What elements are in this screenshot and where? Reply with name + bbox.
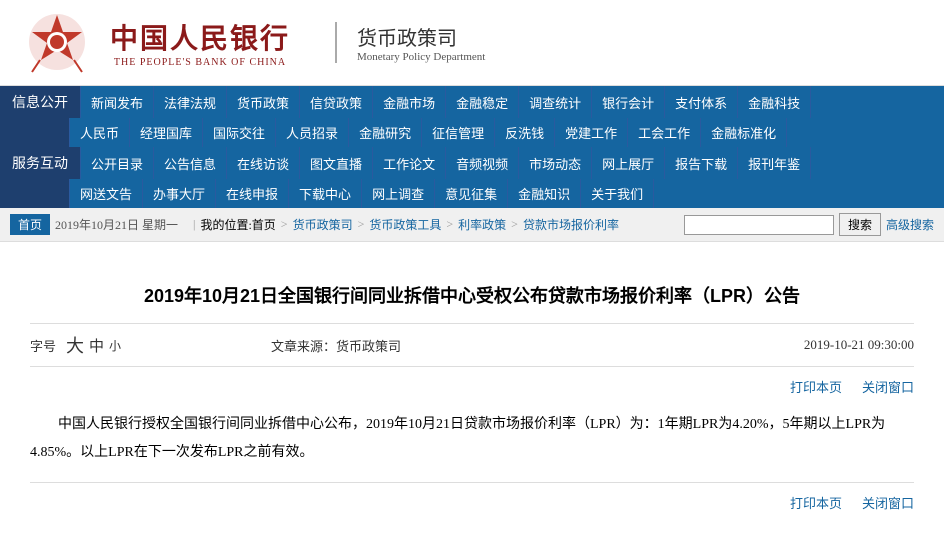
action-links-top: 打印本页 关闭窗口	[30, 377, 914, 396]
nav-office[interactable]: 办事大厅	[143, 179, 216, 208]
nav-live[interactable]: 图文直播	[300, 147, 373, 179]
article-body: 中国人民银行授权全国银行间同业拆借中心公布，2019年10月21日贷款市场报价利…	[30, 411, 914, 467]
nav-items-row2: 人民币 经理国库 国际交往 人员招录 金融研究 征信管理 反洗钱 党建工作 工会…	[70, 118, 944, 147]
nav-interview[interactable]: 在线访谈	[227, 147, 300, 179]
nav-rmb[interactable]: 人民币	[70, 118, 130, 147]
bank-name-english: THE PEOPLE'S BANK OF CHINA	[114, 57, 286, 68]
nav-reports[interactable]: 报告下载	[665, 147, 738, 179]
arrow-4: >	[511, 217, 518, 232]
nav-row-3: 服务互动 公开目录 公告信息 在线访谈 图文直播 工作论文 音频视频 市场动态 …	[0, 147, 944, 179]
bank-name-chinese: 中国人民银行	[110, 17, 290, 57]
nav-market[interactable]: 市场动态	[519, 147, 592, 179]
article-date: 2019-10-21 09:30:00	[804, 337, 914, 353]
nav-items-row4: 网送文告 办事大厅 在线申报 下载中心 网上调查 意见征集 金融知识 关于我们	[70, 179, 944, 208]
nav-category-empty1	[0, 118, 70, 147]
arrow-2: >	[358, 217, 365, 232]
navigation: 信息公开 新闻发布 法律法规 货币政策 信贷政策 金融市场 金融稳定 调查统计 …	[0, 86, 944, 208]
nav-category-info: 信息公开	[0, 86, 81, 118]
font-large-button[interactable]: 大	[66, 332, 84, 358]
nav-row-4: 网送文告 办事大厅 在线申报 下载中心 网上调查 意见征集 金融知识 关于我们	[0, 179, 944, 208]
nav-research[interactable]: 金融研究	[349, 118, 422, 147]
nav-treasury[interactable]: 经理国库	[130, 118, 203, 147]
department-info: 货币政策司 Monetary Policy Department	[335, 22, 485, 63]
nav-notice[interactable]: 公告信息	[154, 147, 227, 179]
nav-row-1: 信息公开 新闻发布 法律法规 货币政策 信贷政策 金融市场 金融稳定 调查统计 …	[0, 86, 944, 118]
nav-banking[interactable]: 银行会计	[592, 86, 665, 118]
nav-party[interactable]: 党建工作	[555, 118, 628, 147]
nav-items-row1: 新闻发布 法律法规 货币政策 信贷政策 金融市场 金融稳定 调查统计 银行会计 …	[81, 86, 944, 118]
current-date: 2019年10月21日 星期一	[55, 216, 178, 233]
nav-news[interactable]: 新闻发布	[81, 86, 154, 118]
separator-1: |	[193, 217, 195, 232]
breadcrumb-lpr[interactable]: 贷款市场报价利率	[523, 216, 619, 233]
nav-fintech[interactable]: 金融科技	[738, 86, 811, 118]
nav-online-hall[interactable]: 网上展厅	[592, 147, 665, 179]
nav-category-empty2	[0, 179, 70, 208]
breadcrumb-monetary-dept[interactable]: 货币政策司	[293, 216, 353, 233]
font-size-control: 字号 大 中 小	[30, 332, 121, 358]
logo-area: 中国人民银行 THE PEOPLE'S BANK OF CHINA 货币政策司 …	[20, 10, 485, 75]
advanced-search-link[interactable]: 高级搜索	[886, 216, 934, 233]
nav-row-2: 人民币 经理国库 国际交往 人员招录 金融研究 征信管理 反洗钱 党建工作 工会…	[0, 118, 944, 147]
page-header: 中国人民银行 THE PEOPLE'S BANK OF CHINA 货币政策司 …	[0, 0, 944, 86]
breadcrumb-bar: 首页 2019年10月21日 星期一 | 我的位置:首页 > 货币政策司 > 货…	[0, 208, 944, 242]
article-meta: 字号 大 中 小 文章来源：货币政策司 2019-10-21 09:30:00	[30, 323, 914, 367]
nav-category-service: 服务互动	[0, 147, 81, 179]
print-link-bottom[interactable]: 打印本页	[790, 493, 842, 512]
close-link-bottom[interactable]: 关闭窗口	[862, 493, 914, 512]
nav-union[interactable]: 工会工作	[628, 118, 701, 147]
nav-about[interactable]: 关于我们	[581, 179, 654, 208]
print-link-top[interactable]: 打印本页	[790, 377, 842, 396]
nav-catalog[interactable]: 公开目录	[81, 147, 154, 179]
arrow-3: >	[446, 217, 453, 232]
nav-survey[interactable]: 调查统计	[519, 86, 592, 118]
nav-opinion[interactable]: 意见征集	[435, 179, 508, 208]
nav-items-row3: 公开目录 公告信息 在线访谈 图文直播 工作论文 音频视频 市场动态 网上展厅 …	[81, 147, 944, 179]
article-source: 文章来源：货币政策司	[271, 336, 401, 355]
search-area: 搜索 高级搜索	[684, 213, 934, 236]
breadcrumb-monetary-tools[interactable]: 货币政策工具	[369, 216, 441, 233]
nav-financial-stability[interactable]: 金融稳定	[446, 86, 519, 118]
nav-monetary[interactable]: 货币政策	[227, 86, 300, 118]
nav-fin-knowledge[interactable]: 金融知识	[508, 179, 581, 208]
nav-law[interactable]: 法律法规	[154, 86, 227, 118]
nav-credit[interactable]: 信贷政策	[300, 86, 373, 118]
position-label: 我的位置:首页	[200, 216, 275, 233]
nav-payment[interactable]: 支付体系	[665, 86, 738, 118]
font-label: 字号	[30, 336, 56, 355]
main-content: 2019年10月21日全国银行间同业拆借中心受权公布贷款市场报价利率（LPR）公…	[0, 242, 944, 547]
nav-yearbook[interactable]: 报刊年鉴	[738, 147, 811, 179]
dept-name-chinese: 货币政策司	[357, 22, 485, 51]
nav-download[interactable]: 下载中心	[289, 179, 362, 208]
nav-intl[interactable]: 国际交往	[203, 118, 276, 147]
nav-recruitment[interactable]: 人员招录	[276, 118, 349, 147]
font-small-button[interactable]: 小	[109, 337, 121, 354]
dept-name-english: Monetary Policy Department	[357, 51, 485, 63]
nav-financial-market[interactable]: 金融市场	[373, 86, 446, 118]
nav-survey-online[interactable]: 网上调查	[362, 179, 435, 208]
home-button[interactable]: 首页	[10, 214, 50, 235]
nav-antimoney[interactable]: 反洗钱	[495, 118, 555, 147]
search-input[interactable]	[684, 215, 834, 235]
nav-papers[interactable]: 工作论文	[373, 147, 446, 179]
nav-credit-mgmt[interactable]: 征信管理	[422, 118, 495, 147]
action-links-bottom: 打印本页 关闭窗口	[30, 482, 914, 512]
search-button[interactable]: 搜索	[839, 213, 881, 236]
arrow-1: >	[281, 217, 288, 232]
article-title: 2019年10月21日全国银行间同业拆借中心受权公布贷款市场报价利率（LPR）公…	[30, 282, 914, 308]
font-medium-button[interactable]: 中	[89, 335, 104, 356]
nav-online-report[interactable]: 在线申报	[216, 179, 289, 208]
nav-fin-std[interactable]: 金融标准化	[701, 118, 787, 147]
bank-name: 中国人民银行 THE PEOPLE'S BANK OF CHINA	[110, 17, 290, 68]
nav-audio[interactable]: 音频视频	[446, 147, 519, 179]
close-link-top[interactable]: 关闭窗口	[862, 377, 914, 396]
breadcrumb-rate-policy[interactable]: 利率政策	[458, 216, 506, 233]
nav-network[interactable]: 网送文告	[70, 179, 143, 208]
bank-emblem-icon	[20, 10, 95, 75]
